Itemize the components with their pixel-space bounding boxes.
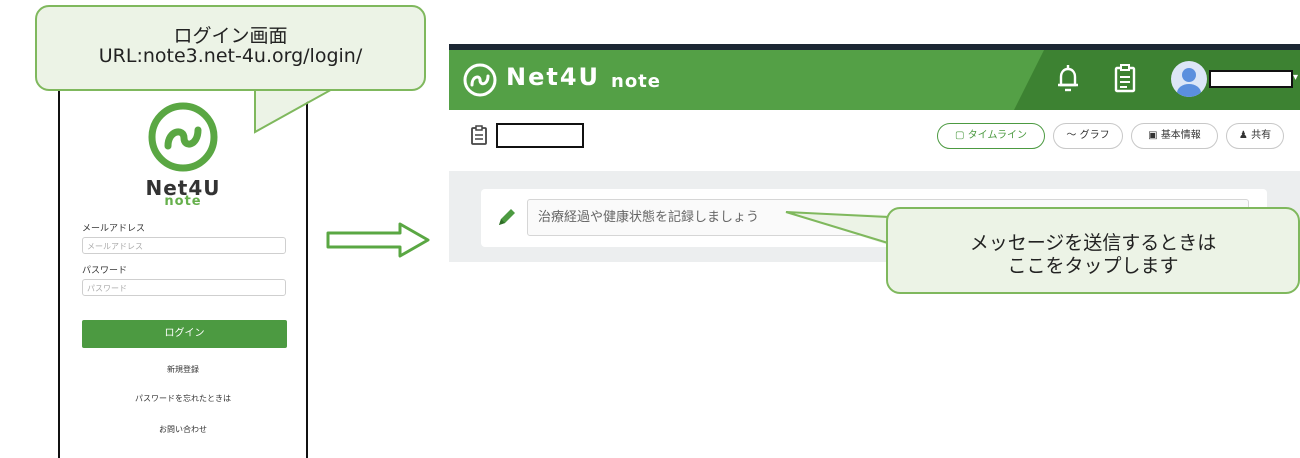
password-field[interactable]: パスワード xyxy=(82,279,286,296)
pencil-icon xyxy=(499,209,515,225)
login-callout-url: URL:note3.net-4u.org/login/ xyxy=(98,45,363,67)
calendar-icon: ▢ xyxy=(955,130,965,141)
email-label: メールアドレス xyxy=(82,224,146,234)
net4u-logo-icon xyxy=(463,63,497,97)
app-title: Net4U xyxy=(506,63,601,91)
tab-share[interactable]: ♟ 共有 xyxy=(1226,123,1284,149)
net4u-logo-icon xyxy=(148,102,218,172)
chevron-down-icon[interactable]: ▾ xyxy=(1293,72,1298,83)
login-callout-title: ログイン画面 xyxy=(173,25,288,47)
avatar[interactable] xyxy=(1171,61,1207,97)
user-name-box[interactable] xyxy=(1209,70,1293,88)
tab-label: グラフ xyxy=(1079,130,1110,141)
register-link[interactable]: 新規登録 xyxy=(60,364,306,375)
tab-label: タイムライン xyxy=(967,130,1027,141)
tab-label: 共有 xyxy=(1251,130,1272,141)
chart-line-icon: 〜 xyxy=(1066,130,1077,141)
people-icon: ♟ xyxy=(1238,130,1248,141)
login-button[interactable]: ログイン xyxy=(82,320,287,348)
tab-label: 基本情報 xyxy=(1160,130,1201,141)
email-field[interactable]: メールアドレス xyxy=(82,237,286,254)
id-card-icon: ▣ xyxy=(1148,130,1158,141)
tab-graph[interactable]: 〜 グラフ xyxy=(1053,123,1123,149)
app-title-suffix: note xyxy=(611,71,661,92)
forgot-password-link[interactable]: パスワードを忘れたときは xyxy=(60,393,306,404)
clipboard-icon xyxy=(471,125,487,145)
contact-link[interactable]: お問い合わせ xyxy=(60,424,306,435)
note-name-box xyxy=(496,123,584,148)
password-label: パスワード xyxy=(82,266,128,276)
brand-sub: note xyxy=(164,194,202,209)
bell-icon[interactable] xyxy=(1055,64,1081,94)
user-avatar-icon xyxy=(1177,68,1201,97)
message-callout-line2: ここをタップします xyxy=(1007,255,1179,277)
tab-timeline[interactable]: ▢ タイムライン xyxy=(937,123,1045,149)
right-arrow-icon xyxy=(326,222,430,258)
clipboard-icon[interactable] xyxy=(1112,64,1138,94)
tab-basic-info[interactable]: ▣ 基本情報 xyxy=(1131,123,1218,149)
